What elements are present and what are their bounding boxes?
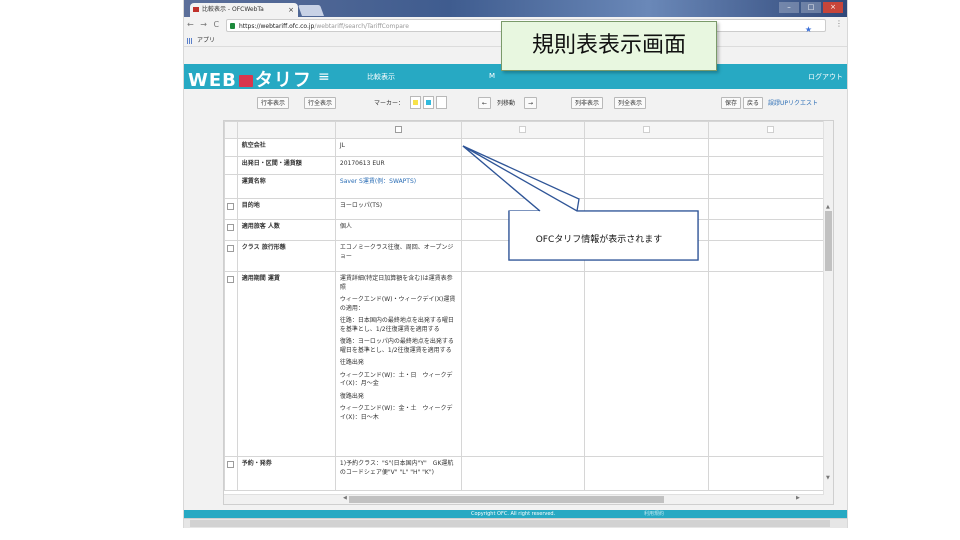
error-report-link[interactable]: 誤謬UPリクエスト xyxy=(768,98,818,110)
table-row: 出発日・区間・通貨額 20170613 EUR xyxy=(224,156,833,175)
marker-white[interactable] xyxy=(436,96,447,109)
url-domain: https://webtariff.ofc.co.jp xyxy=(239,23,315,30)
marker-blue[interactable] xyxy=(423,96,434,109)
browser-menu-icon[interactable]: ⋮ xyxy=(835,19,843,28)
row-label: 出発日・区間・通貨額 xyxy=(236,156,336,175)
rule-paragraph: 復路出発 xyxy=(339,392,364,400)
col-show-all-button[interactable]: 列全表示 xyxy=(614,97,647,109)
marker-yellow[interactable] xyxy=(410,96,421,109)
column-checkbox[interactable] xyxy=(767,126,775,133)
row-label: 航空会社 xyxy=(236,138,336,157)
table-row: 航空会社 JL xyxy=(224,138,833,157)
minimize-icon[interactable]: – xyxy=(779,2,799,13)
new-tab-button[interactable] xyxy=(297,5,325,16)
browser-tab[interactable]: 比較表示 - OFCWebTa × xyxy=(190,3,298,17)
rule-paragraph: ウィークエンド(W)：金・土 ウィークデイ(X)：日～木 xyxy=(339,405,453,421)
app-logo[interactable]: WEB タリフ xyxy=(188,66,312,92)
col-move-left-button[interactable]: ← xyxy=(478,97,492,109)
row-value: エコノミークラス往復、周回、オープンジョー xyxy=(334,240,462,272)
column-checkbox[interactable] xyxy=(643,126,651,133)
maximize-icon[interactable]: □ xyxy=(801,2,821,13)
vertical-scrollbar[interactable]: ▲ ▼ xyxy=(823,121,833,504)
apps-grid-icon[interactable] xyxy=(187,38,193,44)
vertical-scroll-thumb[interactable] xyxy=(825,211,832,271)
url-path: /webtariff/search/TariffCompare xyxy=(314,23,409,30)
row-label: 目的地 xyxy=(236,198,336,220)
rule-paragraph: ウィークエンド(W)：土・日 ウィークデイ(X)：月～金 xyxy=(339,371,453,388)
col-hide-button[interactable]: 列非表示 xyxy=(571,97,604,109)
window-controls: – □ × xyxy=(779,2,843,14)
rule-paragraph: 往路：日本国内の最終地点を出発する曜日を基準とし、1/2往復運賃を適用する xyxy=(339,317,454,333)
scroll-left-icon[interactable]: ◀ xyxy=(343,495,347,501)
col-move-label: 列移動 xyxy=(497,100,516,107)
column-checkbox[interactable] xyxy=(519,126,527,133)
rule-paragraph: ウィークエンド(W)・ウィークデイ(X)運賃の適用： xyxy=(339,296,456,312)
nav-m[interactable]: M xyxy=(489,72,495,80)
table-row: 適用期間 運賃 運賃詳細(特定日加算額を含む)は運賃表参照 ウィークエンド(W)… xyxy=(224,271,833,457)
rule-paragraph: 復路：ヨーロッパ内の最終地点を出発する曜日を基準とし、1/2往復運賃を適用する xyxy=(339,338,454,354)
terms-link[interactable]: 利用規約 xyxy=(644,510,664,518)
logo-text-web: WEB xyxy=(188,70,237,91)
favicon-icon xyxy=(193,7,199,12)
row-value: ヨーロッパ(TS) xyxy=(334,198,462,220)
copyright-text: Copyright OFC. All right reserved. xyxy=(471,511,556,517)
rule-paragraph: 往路出発 xyxy=(339,359,364,366)
row-checkbox[interactable] xyxy=(227,276,235,283)
rule-paragraph: 運賃詳細(特定日加算額を含む)は運賃表参照 xyxy=(339,275,453,291)
row-value: 20170613 EUR xyxy=(334,156,462,175)
row-checkbox[interactable] xyxy=(227,203,235,210)
marker-label: マーカー： xyxy=(374,100,405,107)
row-label: 適用旅客 人数 xyxy=(236,219,336,241)
row-checkbox[interactable] xyxy=(227,461,235,468)
table-row: 予約・発券 1)予約クラス："S"(日本国内"Y" GK運航のコードシェア便"V… xyxy=(224,456,833,491)
lock-icon xyxy=(230,23,235,29)
row-value: JL xyxy=(334,138,462,157)
horizontal-scrollbar[interactable]: ◀ ▶ xyxy=(224,494,824,504)
screen-title-callout: 規則表表示画面 xyxy=(501,21,717,71)
horizontal-scroll-thumb[interactable] xyxy=(349,496,664,503)
browser-tab-bar: 比較表示 - OFCWebTa × – □ × xyxy=(184,0,847,17)
nav-compare[interactable]: 比較表示 xyxy=(367,72,395,82)
table-header-row xyxy=(224,121,833,139)
logo-mark-icon xyxy=(238,75,253,87)
row-checkbox[interactable] xyxy=(227,245,235,252)
table-row: 目的地 ヨーロッパ(TS) xyxy=(224,198,833,220)
hamburger-menu-icon[interactable]: ≡ xyxy=(318,69,330,85)
logo-text-tariff: タリフ xyxy=(254,70,312,91)
row-checkbox[interactable] xyxy=(227,224,235,231)
nav-buttons[interactable]: ← → C xyxy=(187,20,221,29)
row-label: 適用期間 運賃 xyxy=(236,271,336,457)
scroll-right-icon[interactable]: ▶ xyxy=(796,495,800,501)
bookmark-apps[interactable]: アプリ xyxy=(197,37,215,44)
row-value-paragraphs: 運賃詳細(特定日加算額を含む)は運賃表参照 ウィークエンド(W)・ウィークデイ(… xyxy=(334,271,462,457)
page-horizontal-scrollbar[interactable] xyxy=(184,518,847,528)
fare-name-link[interactable]: Saver S運賃(例：SWAPTS) xyxy=(334,174,462,199)
window-close-icon[interactable]: × xyxy=(823,2,843,13)
row-hide-button[interactable]: 行非表示 xyxy=(257,97,290,109)
page-scroll-thumb[interactable] xyxy=(190,520,830,527)
scroll-up-icon[interactable]: ▲ xyxy=(826,204,830,210)
row-label: クラス 旅行形態 xyxy=(236,240,336,272)
callout-text: OFCタリフ情報が表示されます xyxy=(535,235,663,245)
table-row: 運賃名称 Saver S運賃(例：SWAPTS) xyxy=(224,174,833,199)
app-footer: Copyright OFC. All right reserved. 利用規約 xyxy=(184,510,847,518)
row-label: 運賃名称 xyxy=(236,174,336,199)
row-show-all-button[interactable]: 行全表示 xyxy=(304,97,337,109)
compare-table: 航空会社 JL 出発日・区間・通貨額 20170613 EUR 運賃名称 Sav… xyxy=(224,121,833,491)
back-button[interactable]: 戻る xyxy=(743,97,764,109)
column-checkbox[interactable] xyxy=(394,126,402,133)
compare-toolbar: 行非表示 行全表示 マーカー： ← 列移動 → 列非表示 列全表示 保存 戻る … xyxy=(184,94,847,112)
col-move-right-button[interactable]: → xyxy=(524,97,538,109)
close-tab-icon[interactable]: × xyxy=(288,3,294,17)
scroll-down-icon[interactable]: ▼ xyxy=(826,475,830,481)
save-button[interactable]: 保存 xyxy=(721,97,742,109)
compare-table-area: 航空会社 JL 出発日・区間・通貨額 20170613 EUR 運賃名称 Sav… xyxy=(223,120,834,505)
logout-link[interactable]: ログアウト xyxy=(808,72,843,82)
tab-title: 比較表示 - OFCWebTa xyxy=(202,6,264,13)
row-label: 予約・発券 xyxy=(236,456,336,491)
row-value: 個人 xyxy=(334,219,462,241)
browser-window: 比較表示 - OFCWebTa × – □ × ← → C https://we… xyxy=(183,0,848,528)
row-value: 1)予約クラス："S"(日本国内"Y" GK運航のコードシェア便"V" "L" … xyxy=(334,456,462,491)
